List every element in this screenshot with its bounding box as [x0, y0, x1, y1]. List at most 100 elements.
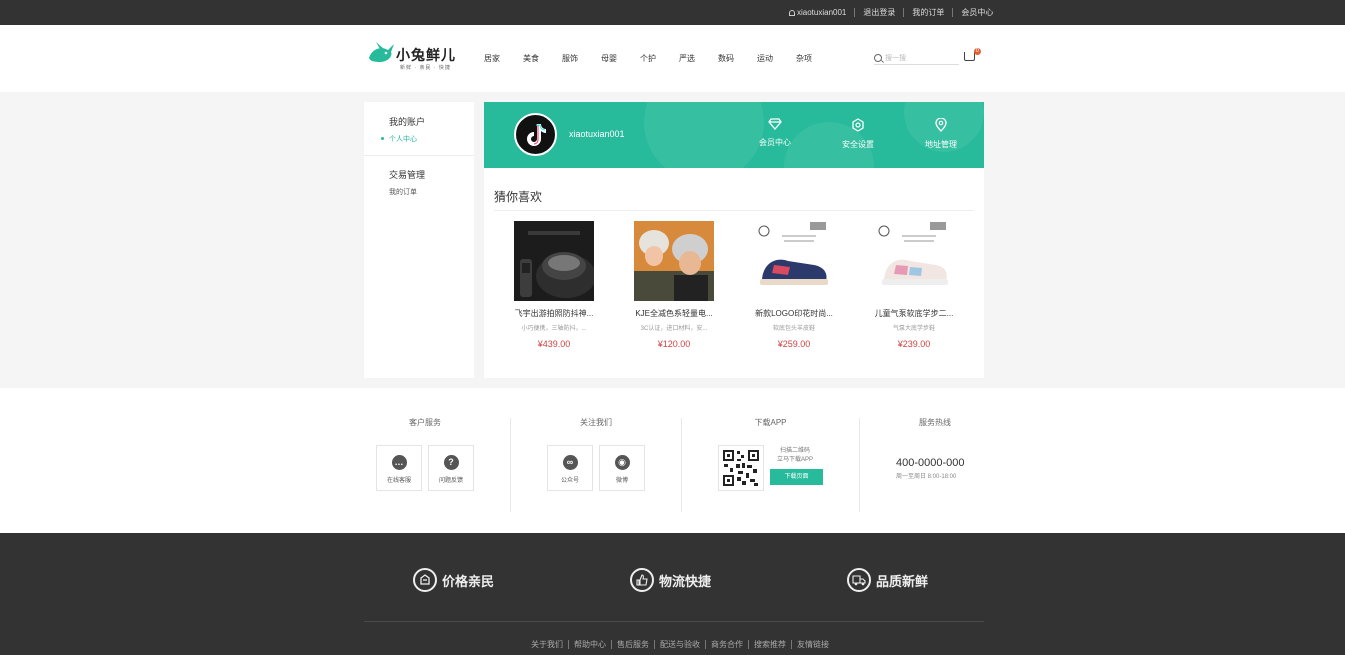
search-input[interactable]: 搜一搜: [885, 53, 906, 63]
footer-divider: [364, 621, 984, 622]
qr-code-icon: [722, 449, 760, 487]
goods-name: 飞宇出游拍照防抖神...: [514, 309, 594, 318]
cart-count-badge: 0: [974, 48, 981, 55]
promise-price-label: 价格亲民: [442, 573, 495, 589]
sidebar-item-orders[interactable]: 我的订单: [389, 187, 417, 197]
guess-you-like-title: 猜你喜欢: [494, 190, 543, 204]
footer-link[interactable]: 搜索推荐: [748, 640, 791, 649]
goods-image[interactable]: [514, 221, 594, 301]
search-icon: [874, 54, 882, 62]
address-management-link[interactable]: 地址管理: [911, 118, 971, 150]
question-icon: ?: [443, 455, 459, 470]
rabbit-logo-icon: [369, 42, 394, 62]
goods-image[interactable]: [874, 221, 954, 301]
goods-desc: 3C认证，进口材料，安...: [640, 326, 708, 331]
follow-us-title: 关注我们: [580, 418, 612, 427]
nav-item[interactable]: 数码: [718, 53, 757, 64]
hotline-hours: 周一至周日 8:00-18:00: [896, 474, 957, 480]
goods-desc: 软底包头羊皮鞋: [772, 326, 815, 331]
nav-item[interactable]: 母婴: [601, 53, 640, 64]
logout-link[interactable]: 退出登录: [854, 8, 903, 17]
security-settings-link[interactable]: 安全设置: [828, 118, 888, 150]
diamond-icon: [768, 118, 782, 130]
toddler-shoe-product-image: [874, 221, 954, 301]
goods-item[interactable]: KJE全减色系轻量电... 3C认证，进口材料，安... ¥120.00: [624, 221, 724, 349]
goods-image[interactable]: [754, 221, 834, 301]
sidebar-heading-account: 我的账户: [389, 117, 426, 127]
cart-button[interactable]: 0: [964, 48, 981, 61]
qr-hint-line1: 扫描二维码: [779, 448, 810, 454]
goods-item[interactable]: 飞宇出游拍照防抖神... 小巧便携，三轴防抖，... ¥439.00: [504, 221, 604, 349]
promise-price: 价格亲民: [413, 568, 494, 592]
wechat-label: 公众号: [560, 478, 579, 484]
address-management-label: 地址管理: [925, 140, 957, 149]
member-center-label: 会员中心: [759, 138, 791, 147]
goods-price: ¥439.00: [537, 339, 571, 349]
goods-name: KJE全减色系轻量电...: [635, 309, 713, 318]
feedback-label: 问题反馈: [438, 478, 463, 484]
truck-icon: [847, 568, 871, 592]
footer-link[interactable]: 售后服务: [611, 640, 654, 649]
service-footer: 客户服务 … 在线客服 ? 问题反馈 关注我们 ∞ 公众号 ◉ 微博 下载APP: [0, 388, 1345, 533]
member-content: xiaotuxian001 会员中心 安全设置 地址管理 猜你喜欢 飞宇出游拍照…: [484, 102, 984, 378]
qr-hint-line2: 立马下载APP: [776, 457, 813, 463]
dark-footer: 价格亲民 物流快捷 品质新鲜 关于我们 帮助中心 售后服务 配送与验收 商务合作…: [0, 533, 1345, 655]
profile-username: xiaotuxian001: [569, 129, 625, 139]
main-area: 我的账户 个人中心 交易管理 我的订单 xiaotuxian001 会员中心 安…: [0, 92, 1345, 388]
nav-item[interactable]: 严选: [679, 53, 718, 64]
goods-item[interactable]: 新款LOGO印花时尚... 软底包头羊皮鞋 ¥259.00: [744, 221, 844, 349]
download-app-title: 下载APP: [754, 418, 787, 427]
top-bar: xiaotuxian001 退出登录 我的订单 会员中心: [0, 0, 1345, 25]
cart-icon: [964, 52, 975, 61]
nav-item[interactable]: 美食: [523, 53, 562, 64]
member-center-link[interactable]: 会员中心: [745, 118, 805, 148]
qr-code: [718, 445, 764, 491]
username-link[interactable]: xiaotuxian001: [789, 8, 854, 17]
member-center-link[interactable]: 会员中心: [952, 8, 1001, 17]
avatar[interactable]: [514, 113, 557, 156]
weibo-button[interactable]: ◉ 微博: [599, 445, 645, 491]
chat-icon: …: [391, 455, 407, 470]
search-box[interactable]: 搜一搜: [874, 52, 959, 65]
nav-item[interactable]: 运动: [757, 53, 796, 64]
footer-link[interactable]: 商务合作: [705, 640, 748, 649]
goods-price: ¥239.00: [897, 339, 931, 349]
top-links: xiaotuxian001 退出登录 我的订单 会员中心: [789, 0, 1001, 25]
nav-item[interactable]: 服饰: [562, 53, 601, 64]
user-icon: [789, 9, 795, 16]
nav-item[interactable]: 个护: [640, 53, 679, 64]
security-settings-label: 安全设置: [842, 140, 874, 149]
goods-desc: 小巧便携，三轴防抖，...: [521, 326, 587, 331]
nav-item[interactable]: 居家: [484, 53, 523, 64]
logo[interactable]: 小兔鲜儿 新鲜 · 亲民 · 快捷: [366, 38, 466, 78]
goods-item[interactable]: 儿童气泵软底学步二... 气泵大底学步鞋 ¥239.00: [864, 221, 964, 349]
my-orders-link[interactable]: 我的订单: [903, 8, 952, 17]
download-app-column: 下载APP: [682, 388, 859, 533]
customer-service-title: 客户服务: [409, 418, 441, 427]
hotline-title: 服务热线: [919, 418, 951, 427]
online-service-button[interactable]: … 在线客服: [376, 445, 422, 491]
online-service-label: 在线客服: [386, 478, 411, 484]
sidebar-heading-trade: 交易管理: [389, 170, 426, 180]
goods-image[interactable]: [634, 221, 714, 301]
weibo-label: 微博: [615, 478, 628, 484]
nav-item[interactable]: 杂项: [796, 53, 835, 64]
download-page-button[interactable]: 下载页面: [770, 469, 823, 485]
goods-price: ¥120.00: [657, 339, 691, 349]
section-divider: [494, 210, 974, 211]
profile-banner: xiaotuxian001 会员中心 安全设置 地址管理: [484, 102, 984, 168]
footer-link[interactable]: 友情链接: [791, 640, 834, 649]
active-dot-icon: [381, 137, 384, 140]
goods-name: 新款LOGO印花时尚...: [755, 309, 833, 318]
promise-logistics: 物流快捷: [630, 568, 711, 592]
sidebar-item-profile[interactable]: 个人中心: [389, 134, 417, 144]
tiktok-avatar-icon: [526, 123, 546, 146]
price-tag-icon: [413, 568, 437, 592]
footer-link[interactable]: 帮助中心: [568, 640, 611, 649]
wechat-button[interactable]: ∞ 公众号: [547, 445, 593, 491]
feedback-button[interactable]: ? 问题反馈: [428, 445, 474, 491]
footer-link[interactable]: 关于我们: [531, 640, 568, 649]
helmet-product-image: [634, 221, 714, 301]
footer-link[interactable]: 配送与验收: [654, 640, 705, 649]
hotline-phone: 400-0000-000: [896, 457, 965, 469]
